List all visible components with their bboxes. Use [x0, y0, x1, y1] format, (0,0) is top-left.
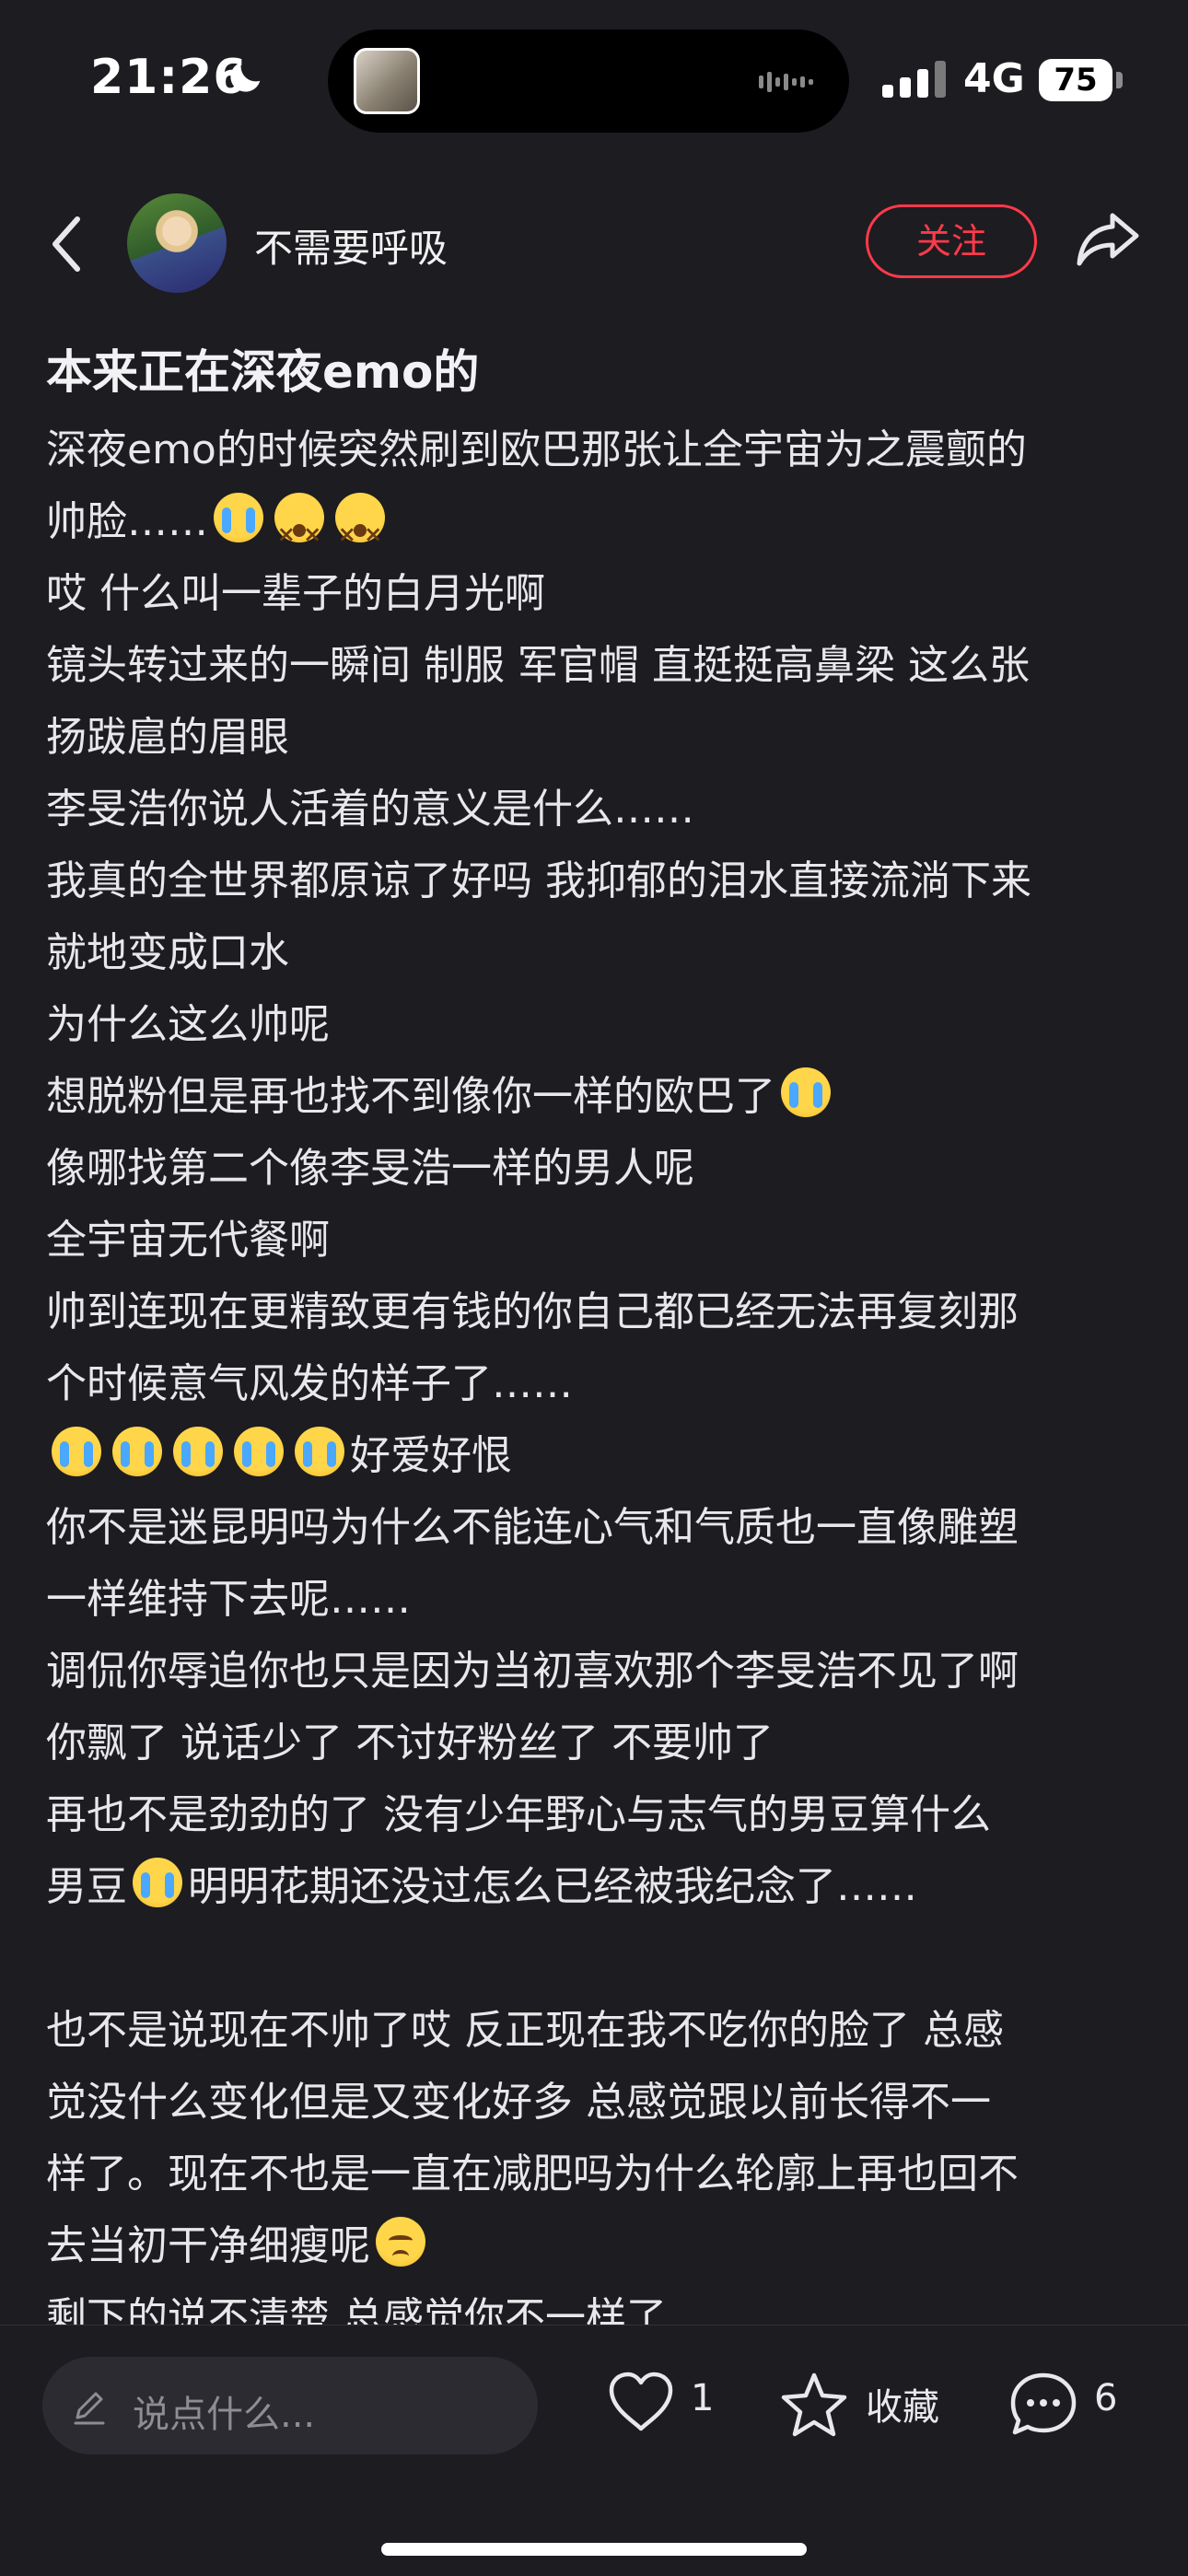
network-type: 4G — [963, 55, 1025, 102]
comment-count: 6 — [1094, 2377, 1118, 2419]
favorite-button[interactable]: 收藏 — [777, 2366, 943, 2440]
post-line: 就地变成口水 — [46, 929, 289, 976]
author-username[interactable]: 不需要呼吸 — [254, 217, 448, 274]
home-indicator[interactable] — [381, 2543, 807, 2556]
waveform-icon — [759, 72, 813, 92]
comment-bubble-icon — [1010, 2372, 1077, 2435]
crying-emoji-icon — [173, 1427, 223, 1476]
status-bar: 21:26 4G 75 — [0, 0, 1188, 157]
battery-cap — [1116, 72, 1123, 88]
follow-button[interactable]: 关注 — [866, 204, 1037, 278]
post-line: 哎 什么叫一辈子的白月光啊 — [46, 570, 545, 617]
post-line: 李旻浩你说人活着的意义是什么…… — [46, 786, 694, 833]
comment-input[interactable]: 说点什么... — [42, 2357, 538, 2454]
comment-button[interactable]: 6 — [1007, 2366, 1155, 2440]
like-count: 1 — [691, 2377, 715, 2419]
author-avatar[interactable] — [127, 193, 227, 293]
post-line: 个时候意气风发的样子了…… — [46, 1360, 573, 1407]
post-title: 本来正在深夜emo的 — [46, 345, 480, 399]
post-line: 一样维持下去呢…… — [46, 1576, 411, 1623]
heart-icon — [609, 2372, 673, 2431]
post-line: 我真的全世界都原谅了好吗 我抑郁的泪水直接流淌下来 — [46, 857, 1031, 904]
post-line: 调侃你辱追你也只是因为当初喜欢那个李旻浩不见了啊 — [46, 1648, 1019, 1695]
like-button[interactable]: 1 — [606, 2366, 726, 2440]
crying-emoji-icon — [214, 493, 263, 542]
post-line: 也不是说现在不帅了哎 反正现在我不吃你的脸了 总感 — [46, 2007, 1004, 2054]
post-line: 帅到连现在更精致更有钱的你自己都已经无法再复刻那 — [46, 1288, 1019, 1335]
dizzy-emoji-icon — [274, 493, 324, 570]
post-line: 全宇宙无代餐啊 — [46, 1217, 330, 1264]
dizzy-emoji-icon — [335, 493, 385, 570]
now-playing-thumbnail[interactable] — [354, 48, 420, 114]
post-line: 像哪找第二个像李旻浩一样的男人呢 — [46, 1145, 694, 1192]
sad-emoji-icon — [376, 2217, 425, 2267]
back-icon[interactable] — [41, 212, 96, 276]
post-line: 你不是迷昆明吗为什么不能连心气和气质也一直像雕塑 — [46, 1504, 1019, 1551]
post-line: 为什么这么帅呢 — [46, 1001, 330, 1048]
post-line: 帅脸…… — [46, 486, 1151, 570]
bottom-action-bar: 说点什么... 1 收藏 6 — [0, 2325, 1188, 2576]
moon-icon — [230, 62, 261, 92]
post-line: 好爱好恨 — [46, 1420, 1151, 1492]
post-line: 再也不是劲劲的了 没有少年野心与志气的男豆算什么 — [46, 1791, 991, 1838]
battery-level: 75 — [1054, 62, 1098, 99]
post-line: 样了。现在不也是一直在减肥吗为什么轮廓上再也回不 — [46, 2151, 1019, 2197]
crying-emoji-icon — [234, 1427, 284, 1476]
post-line: 扬跋扈的眉眼 — [46, 714, 289, 761]
crying-emoji-icon — [781, 1067, 831, 1117]
post-line: 你飘了 说话少了 不讨好粉丝了 不要帅了 — [46, 1719, 774, 1766]
crying-emoji-icon — [133, 1858, 182, 1907]
post-line: 觉没什么变化但是又变化好多 总感觉跟以前长得不一 — [46, 2079, 991, 2126]
post-line: 去当初干净细瘦呢 — [46, 2210, 1151, 2282]
post-body: 深夜emo的时候突然刷到欧巴那张让全宇宙为之震颤的 帅脸…… 哎 什么叫一辈子的… — [46, 414, 1151, 2354]
post-header: 不需要呼吸 关注 — [0, 184, 1188, 304]
post-line: 深夜emo的时候突然刷到欧巴那张让全宇宙为之震颤的 — [46, 426, 1027, 473]
post-line: 镜头转过来的一瞬间 制服 军官帽 直挺挺高鼻梁 这么张 — [46, 642, 1030, 689]
star-icon — [781, 2372, 847, 2437]
status-time: 21:26 — [90, 50, 248, 105]
signal-icon — [882, 61, 946, 98]
post-line: 想脱粉但是再也找不到像你一样的欧巴了 — [46, 1061, 1151, 1133]
pencil-icon — [74, 2392, 105, 2425]
post-line: 男豆 明明花期还没过怎么已经被我纪念了…… — [46, 1851, 1151, 1923]
share-icon[interactable] — [1074, 206, 1142, 271]
crying-emoji-icon — [52, 1427, 101, 1476]
battery-icon: 75 — [1039, 59, 1112, 101]
comment-placeholder: 说点什么... — [133, 2394, 316, 2436]
favorite-label: 收藏 — [866, 2386, 939, 2429]
dynamic-island[interactable] — [328, 29, 849, 133]
crying-emoji-icon — [295, 1427, 344, 1476]
crying-emoji-icon — [112, 1427, 162, 1476]
